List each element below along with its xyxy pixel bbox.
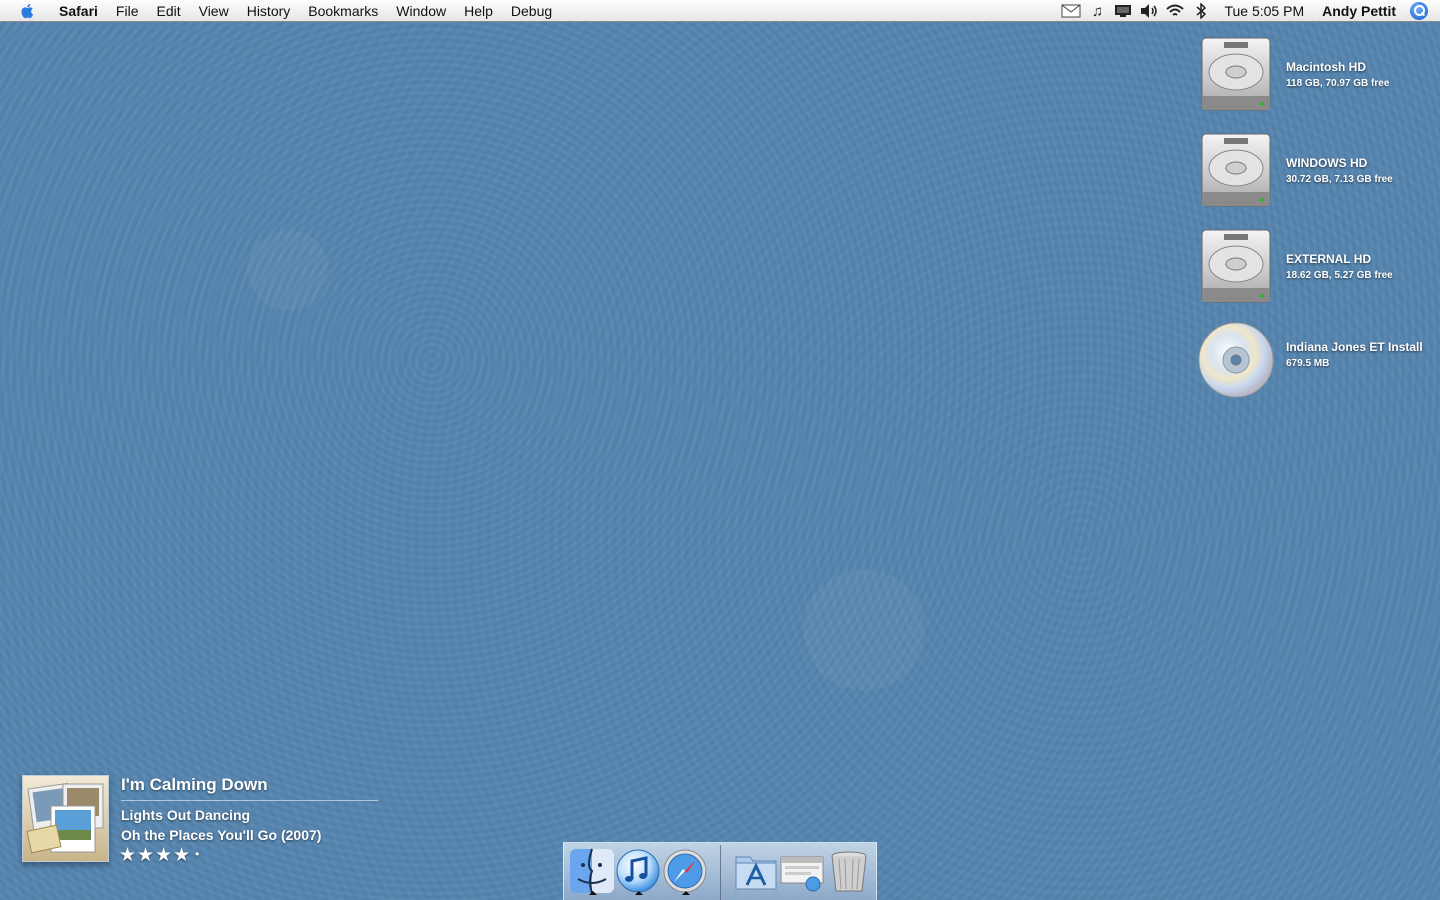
hard-drive-icon	[1201, 37, 1271, 111]
volume-info: 118 GB, 70.97 GB free	[1286, 78, 1390, 89]
menu-view[interactable]: View	[190, 0, 238, 22]
divider	[121, 800, 378, 801]
volume-info: 30.72 GB, 7.13 GB free	[1286, 174, 1393, 185]
dock-item-downloads[interactable]	[778, 847, 826, 895]
music-note-icon[interactable]: ♫	[1084, 0, 1110, 22]
volume-name: EXTERNAL HD	[1286, 252, 1372, 266]
menu-edit[interactable]: Edit	[147, 0, 189, 22]
volume-icon[interactable]	[1136, 0, 1162, 22]
track-artist: Lights Out Dancing	[121, 807, 251, 823]
menu-history[interactable]: History	[238, 0, 300, 22]
volume-name: Macintosh HD	[1286, 60, 1367, 74]
volume-indiana-jones-cd[interactable]: Indiana Jones ET Install 679.5 MB	[1196, 320, 1436, 404]
menu-clock[interactable]: Tue 5:05 PM	[1214, 3, 1312, 19]
applications-folder-icon	[735, 856, 777, 890]
running-indicator	[635, 891, 643, 895]
volume-external-hd[interactable]: EXTERNAL HD 18.62 GB, 5.27 GB free	[1196, 226, 1436, 310]
track-title: I'm Calming Down	[121, 775, 268, 794]
track-rating: ★★★★ •	[119, 844, 200, 867]
menu-extras: ♫ Tue 5:05 PM Andy Pettit	[1058, 0, 1440, 22]
running-indicator	[589, 891, 597, 895]
rating-stars: ★★★★	[119, 845, 192, 866]
spotlight-icon[interactable]	[1410, 2, 1428, 20]
safari-icon	[663, 849, 707, 893]
trash-icon	[831, 851, 867, 892]
dock-separator	[720, 845, 721, 900]
dock-item-itunes[interactable]	[614, 847, 662, 895]
menu-file[interactable]: File	[107, 0, 148, 22]
dock-item-applications[interactable]	[732, 847, 780, 895]
running-indicator	[682, 891, 690, 895]
volume-info: 679.5 MB	[1286, 358, 1330, 369]
volume-info: 18.62 GB, 5.27 GB free	[1286, 270, 1393, 281]
rating-dot: •	[195, 847, 201, 861]
menu-window[interactable]: Window	[387, 0, 455, 22]
hard-drive-icon	[1201, 133, 1271, 207]
cd-icon	[1198, 322, 1274, 398]
display-icon[interactable]	[1110, 0, 1136, 22]
bluetooth-icon[interactable]	[1188, 0, 1214, 22]
downloads-icon	[780, 856, 824, 892]
dock	[563, 842, 877, 900]
menu-bar: Safari File Edit View History Bookmarks …	[0, 0, 1440, 22]
apple-menu-icon[interactable]	[18, 2, 38, 20]
album-art	[22, 775, 109, 862]
mail-icon[interactable]	[1058, 0, 1084, 22]
volume-macintosh-hd[interactable]: Macintosh HD 118 GB, 70.97 GB free	[1196, 34, 1436, 118]
app-menu-safari[interactable]: Safari	[50, 0, 107, 22]
track-album: Oh the Places You'll Go (2007)	[121, 827, 322, 843]
volume-name: Indiana Jones ET Install	[1286, 340, 1423, 354]
dock-item-safari[interactable]	[661, 847, 709, 895]
finder-icon	[570, 848, 614, 894]
menu-debug[interactable]: Debug	[502, 0, 561, 22]
itunes-icon	[616, 849, 660, 893]
wifi-icon[interactable]	[1162, 0, 1188, 22]
volume-name: WINDOWS HD	[1286, 156, 1368, 170]
dock-item-trash[interactable]	[825, 847, 873, 895]
hard-drive-icon	[1201, 229, 1271, 303]
dock-item-finder[interactable]	[568, 847, 616, 895]
fast-user-switch[interactable]: Andy Pettit	[1312, 3, 1406, 19]
menu-bookmarks[interactable]: Bookmarks	[299, 0, 387, 22]
volume-windows-hd[interactable]: WINDOWS HD 30.72 GB, 7.13 GB free	[1196, 130, 1436, 214]
menu-help[interactable]: Help	[455, 0, 502, 22]
now-playing-widget: I'm Calming Down Lights Out Dancing Oh t…	[22, 775, 382, 875]
